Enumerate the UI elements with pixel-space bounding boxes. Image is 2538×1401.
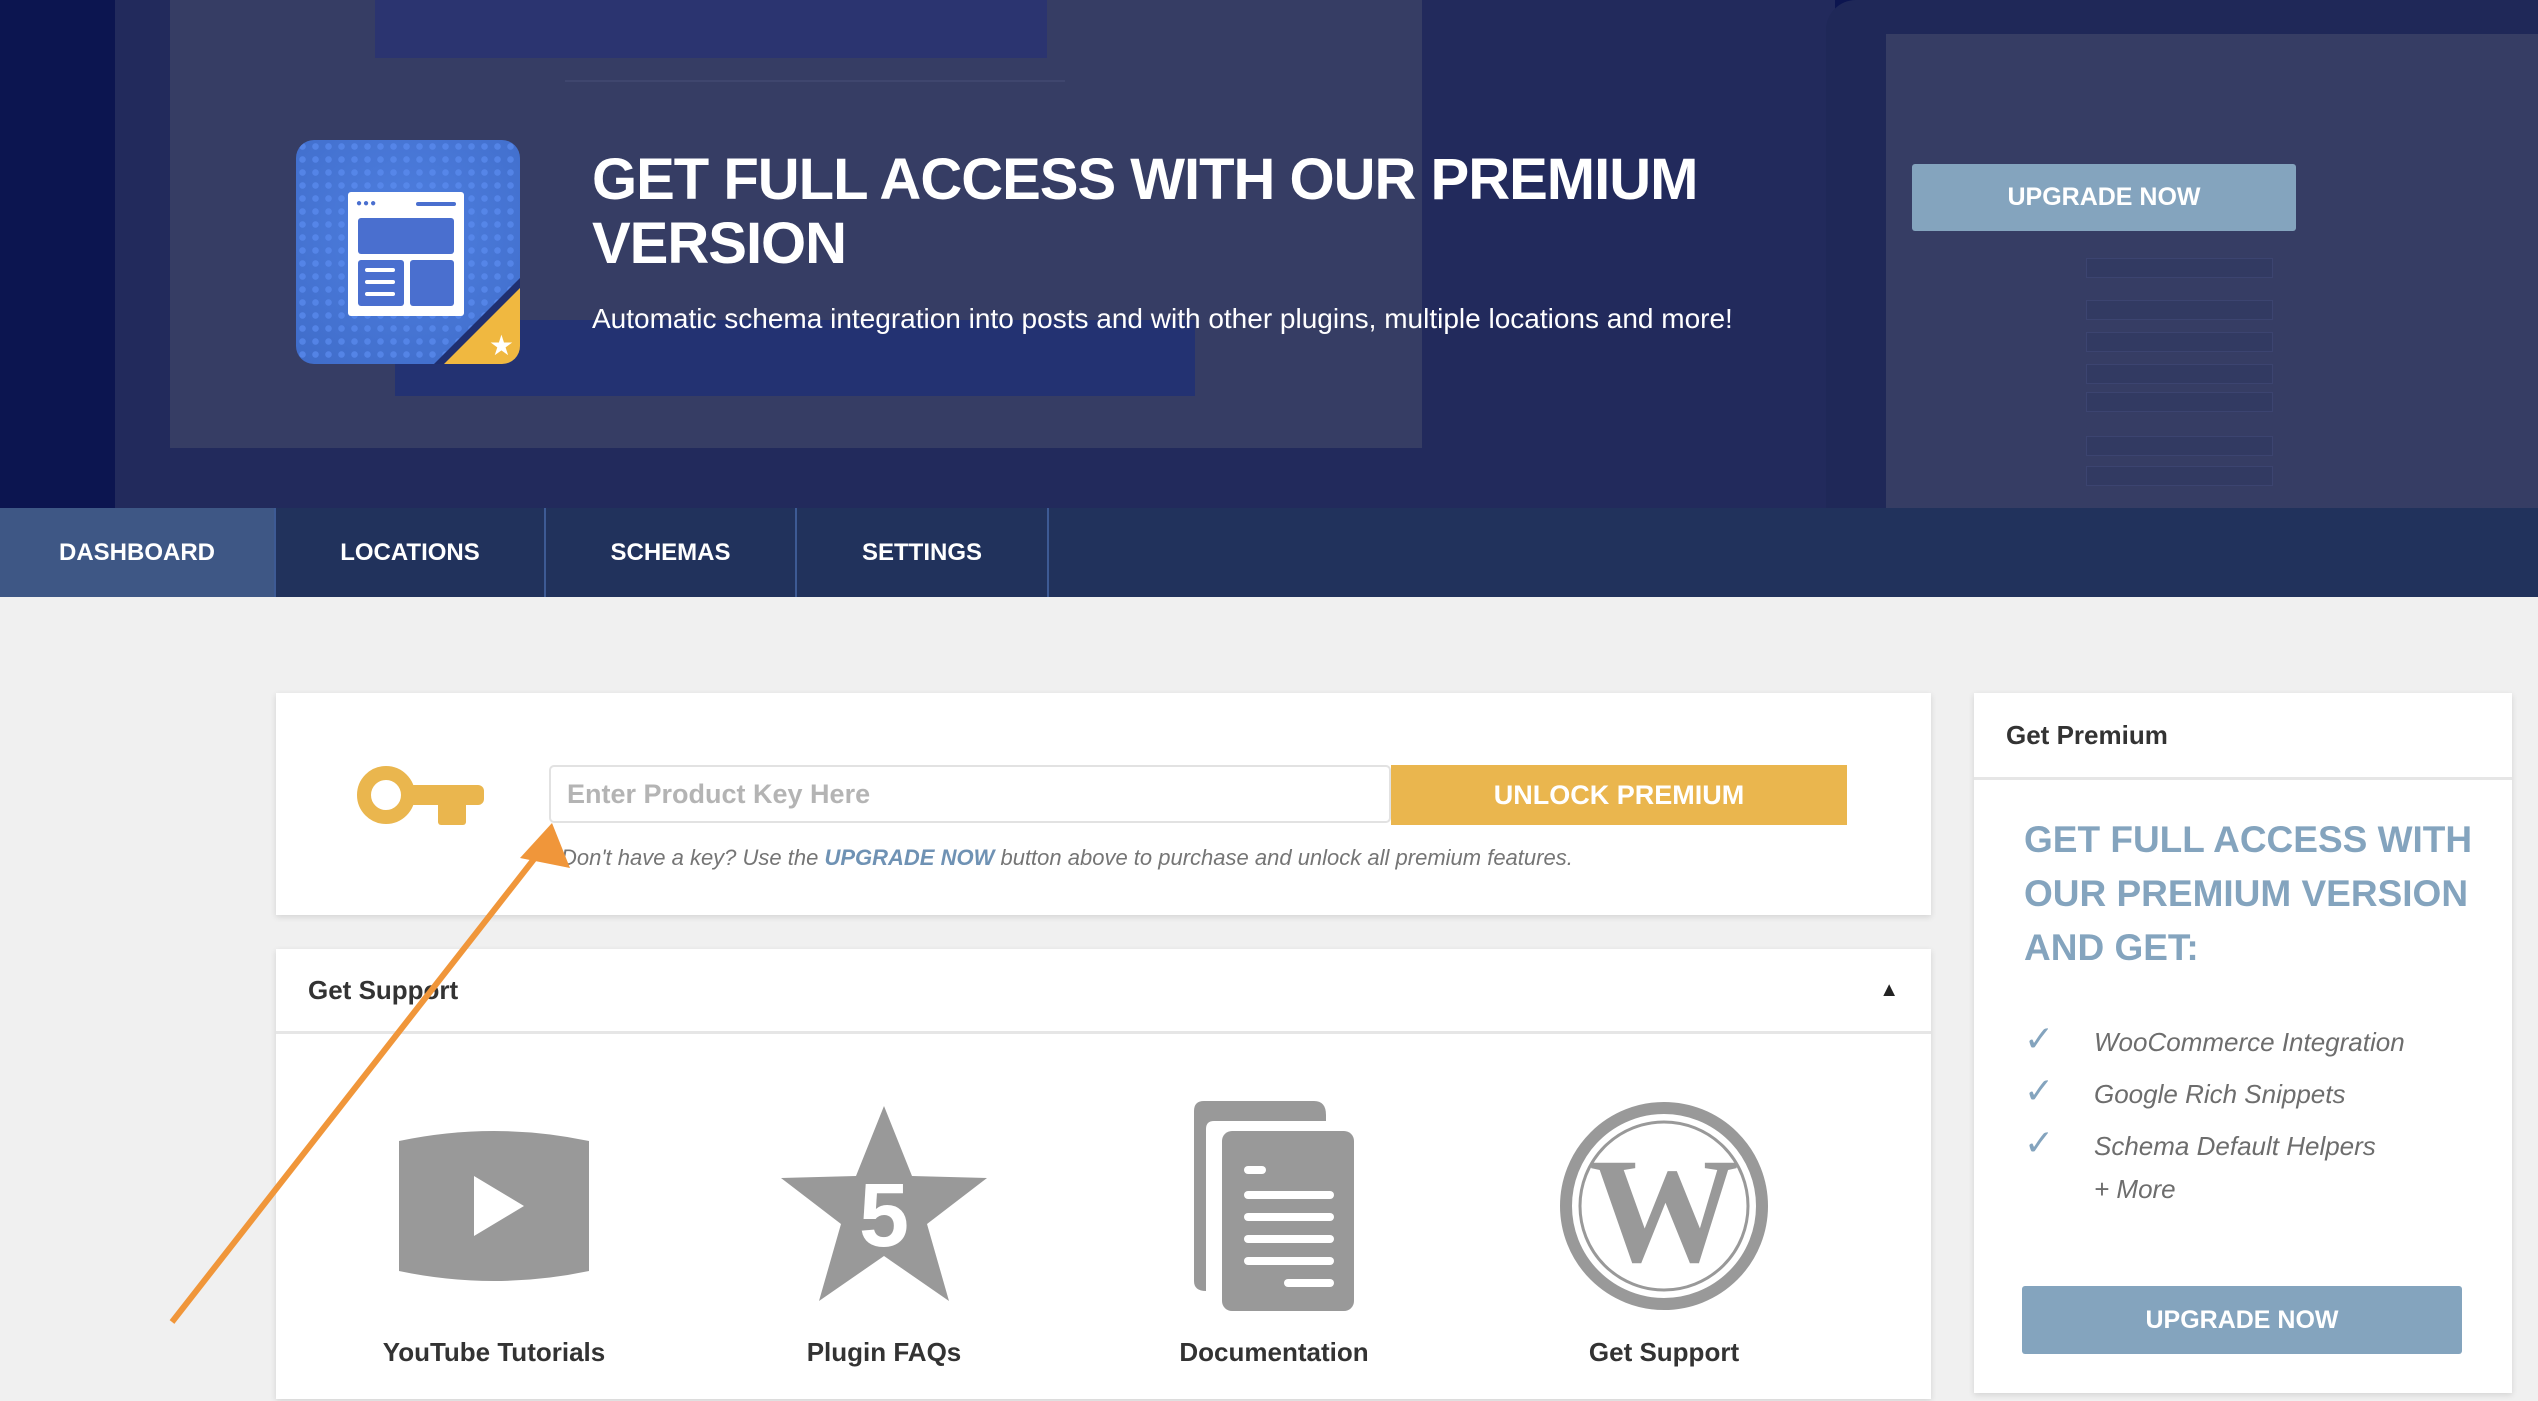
get-premium-card: Get Premium GET FULL ACCESS WITH OUR PRE… [1974, 693, 2512, 1393]
tab-dashboard[interactable]: DASHBOARD [0, 508, 276, 597]
youtube-icon [399, 1131, 589, 1281]
support-item-wordpress[interactable]: W Get Support [1514, 1101, 1814, 1368]
hero-title: GET FULL ACCESS WITH OUR PREMIUM VERSION [592, 147, 1698, 276]
collapse-toggle-icon[interactable]: ▲ [1879, 979, 1899, 1002]
upgrade-now-link[interactable]: UPGRADE NOW [824, 845, 994, 870]
feature-item: ✓ Google Rich Snippets [2024, 1070, 2346, 1111]
feature-item: ✓ WooCommerce Integration [2024, 1018, 2405, 1059]
product-key-input[interactable] [549, 765, 1391, 823]
upgrade-now-button[interactable]: UPGRADE NOW [1912, 164, 2296, 231]
tab-schemas[interactable]: SCHEMAS [546, 508, 797, 597]
schema-plugin-logo-icon: ●●● ★ [296, 140, 520, 364]
hero-banner: ●●● ★ GET FULL ACCESS WITH OUR PREMIUM V… [0, 0, 2538, 508]
wordpress-icon: W [1560, 1102, 1768, 1310]
background-mockup-schema [1826, 0, 2538, 508]
check-icon: ✓ [2024, 1070, 2055, 1111]
support-item-docs[interactable]: Documentation [1124, 1101, 1424, 1368]
star-icon: ★ [488, 330, 514, 361]
license-note: Don't have a key? Use the UPGRADE NOW bu… [561, 845, 1573, 870]
tab-locations[interactable]: LOCATIONS [276, 508, 546, 597]
svg-text:5: 5 [859, 1166, 909, 1266]
support-title: Get Support [308, 974, 459, 1005]
svg-text:W: W [1589, 1128, 1739, 1294]
check-icon: ✓ [2024, 1122, 2055, 1163]
feature-item: ✓ Schema Default Helpers [2024, 1122, 2376, 1163]
license-key-card: UNLOCK PREMIUM Don't have a key? Use the… [276, 693, 1931, 915]
premium-upgrade-button[interactable]: UPGRADE NOW [2022, 1286, 2462, 1354]
tab-settings[interactable]: SETTINGS [797, 508, 1049, 597]
key-icon [357, 766, 484, 825]
get-support-card: Get Support ▲ YouTube Tutorials 5 Plugin… [276, 949, 1931, 1399]
premium-title: GET FULL ACCESS WITH OUR PREMIUM VERSION… [2024, 819, 2473, 968]
star-5-icon: 5 [781, 1106, 987, 1301]
feature-item: + More [2094, 1174, 2176, 1204]
support-item-faqs[interactable]: 5 Plugin FAQs [734, 1101, 1034, 1368]
unlock-premium-button[interactable]: UNLOCK PREMIUM [1391, 765, 1847, 825]
hero-subtitle: Automatic schema integration into posts … [592, 303, 1733, 334]
premium-header: Get Premium [2006, 719, 2168, 750]
support-item-youtube[interactable]: YouTube Tutorials [344, 1101, 644, 1368]
document-icon [1194, 1101, 1354, 1311]
check-icon: ✓ [2024, 1018, 2055, 1059]
main-nav: DASHBOARD LOCATIONS SCHEMAS SETTINGS [0, 508, 2538, 597]
